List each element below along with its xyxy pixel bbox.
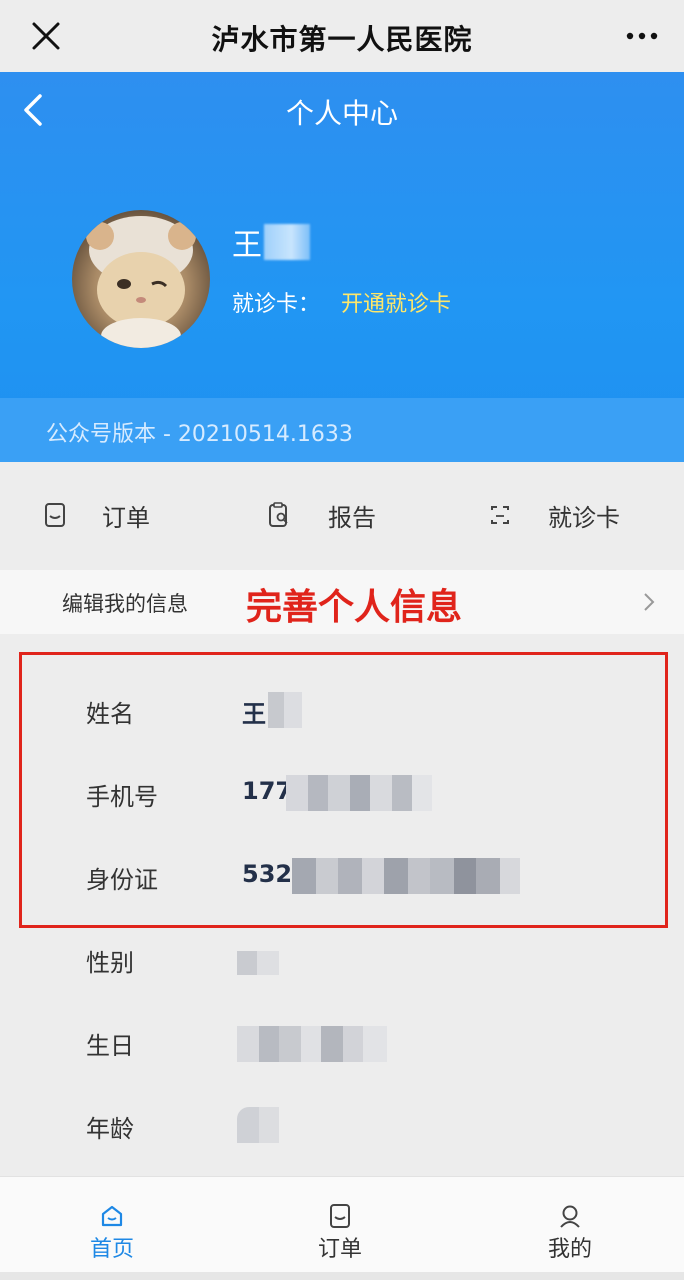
profile-info-list: 姓名 王 手机号 177 身份证 532 性别 生日 年龄 — [0, 634, 684, 1174]
user-name-text: 王 — [232, 228, 262, 263]
info-row-age: 年龄 — [0, 1105, 684, 1145]
wechat-title-bar: 泸水市第一人民医院 — [0, 0, 684, 72]
tab-order[interactable]: 订单 — [280, 1203, 400, 1263]
quick-item-label: 就诊卡 — [548, 503, 620, 532]
info-label: 身份证 — [86, 866, 158, 894]
edit-info-label: 编辑我的信息 — [62, 592, 188, 616]
info-label: 性别 — [86, 949, 134, 977]
quick-item-label: 订单 — [102, 503, 150, 532]
redacted-mosaic — [286, 775, 432, 811]
home-indicator — [0, 1272, 684, 1280]
report-icon — [269, 502, 288, 527]
avatar[interactable] — [72, 210, 210, 348]
quick-item-label: 报告 — [328, 503, 376, 532]
tab-label: 订单 — [317, 1237, 362, 1262]
info-value: 177 — [242, 777, 293, 805]
edit-info-row[interactable]: 编辑我的信息 完善个人信息 — [0, 570, 684, 634]
quick-item-order[interactable]: 订单 — [44, 498, 150, 532]
version-bar: 公众号版本 - 20210514.1633 — [0, 398, 684, 462]
home-icon — [101, 1205, 123, 1227]
tab-home[interactable]: 首页 — [52, 1203, 172, 1263]
wechat-page-title: 泸水市第一人民医院 — [211, 23, 473, 56]
info-label: 年龄 — [86, 1115, 134, 1143]
info-row-name: 姓名 王 — [0, 690, 684, 730]
tab-label: 我的 — [547, 1237, 592, 1262]
redacted-mosaic — [237, 951, 279, 975]
medical-card-row: 就诊卡： 开通就诊卡 — [232, 286, 451, 318]
redacted-mosaic — [237, 1026, 387, 1062]
info-label: 生日 — [86, 1032, 134, 1060]
info-value: 王 — [242, 700, 266, 728]
medical-card-label: 就诊卡： — [232, 292, 321, 317]
redacted-mosaic — [268, 692, 302, 728]
info-row-phone: 手机号 177 — [0, 773, 684, 813]
more-icon[interactable] — [622, 18, 662, 54]
annotation-text: 完善个人信息 — [246, 587, 463, 628]
profile-icon — [560, 1205, 580, 1228]
version-text: 公众号版本 - 20210514.1633 — [46, 422, 353, 447]
redacted-mosaic — [292, 858, 520, 894]
profile-header: 个人中心 王 就诊卡： 开通就诊卡 公众号版本 - 20210514.1633 — [0, 72, 684, 462]
order-icon — [330, 1204, 350, 1228]
info-row-gender: 性别 — [0, 939, 684, 979]
tab-mine[interactable]: 我的 — [510, 1203, 630, 1263]
info-label: 姓名 — [86, 700, 134, 728]
chevron-right-icon — [644, 593, 655, 611]
quick-item-card[interactable]: 就诊卡 — [488, 498, 620, 532]
page-title: 个人中心 — [285, 97, 398, 130]
quick-item-report[interactable]: 报告 — [268, 498, 376, 532]
info-value: 532 — [242, 860, 293, 888]
bottom-tab-bar: 首页 订单 我的 — [0, 1176, 684, 1280]
cat-avatar-image — [86, 216, 196, 348]
tab-label: 首页 — [89, 1237, 134, 1262]
info-row-birthday: 生日 — [0, 1022, 684, 1062]
info-row-id: 身份证 532 — [0, 856, 684, 896]
info-label: 手机号 — [86, 783, 158, 811]
quick-menu: 订单 报告 就诊卡 — [0, 462, 684, 568]
user-name: 王 — [232, 222, 310, 263]
redacted-mosaic — [237, 1107, 279, 1143]
user-name-mosaic — [264, 224, 310, 260]
card-icon — [491, 506, 509, 524]
open-card-link[interactable]: 开通就诊卡 — [341, 292, 451, 317]
order-icon — [45, 503, 65, 527]
